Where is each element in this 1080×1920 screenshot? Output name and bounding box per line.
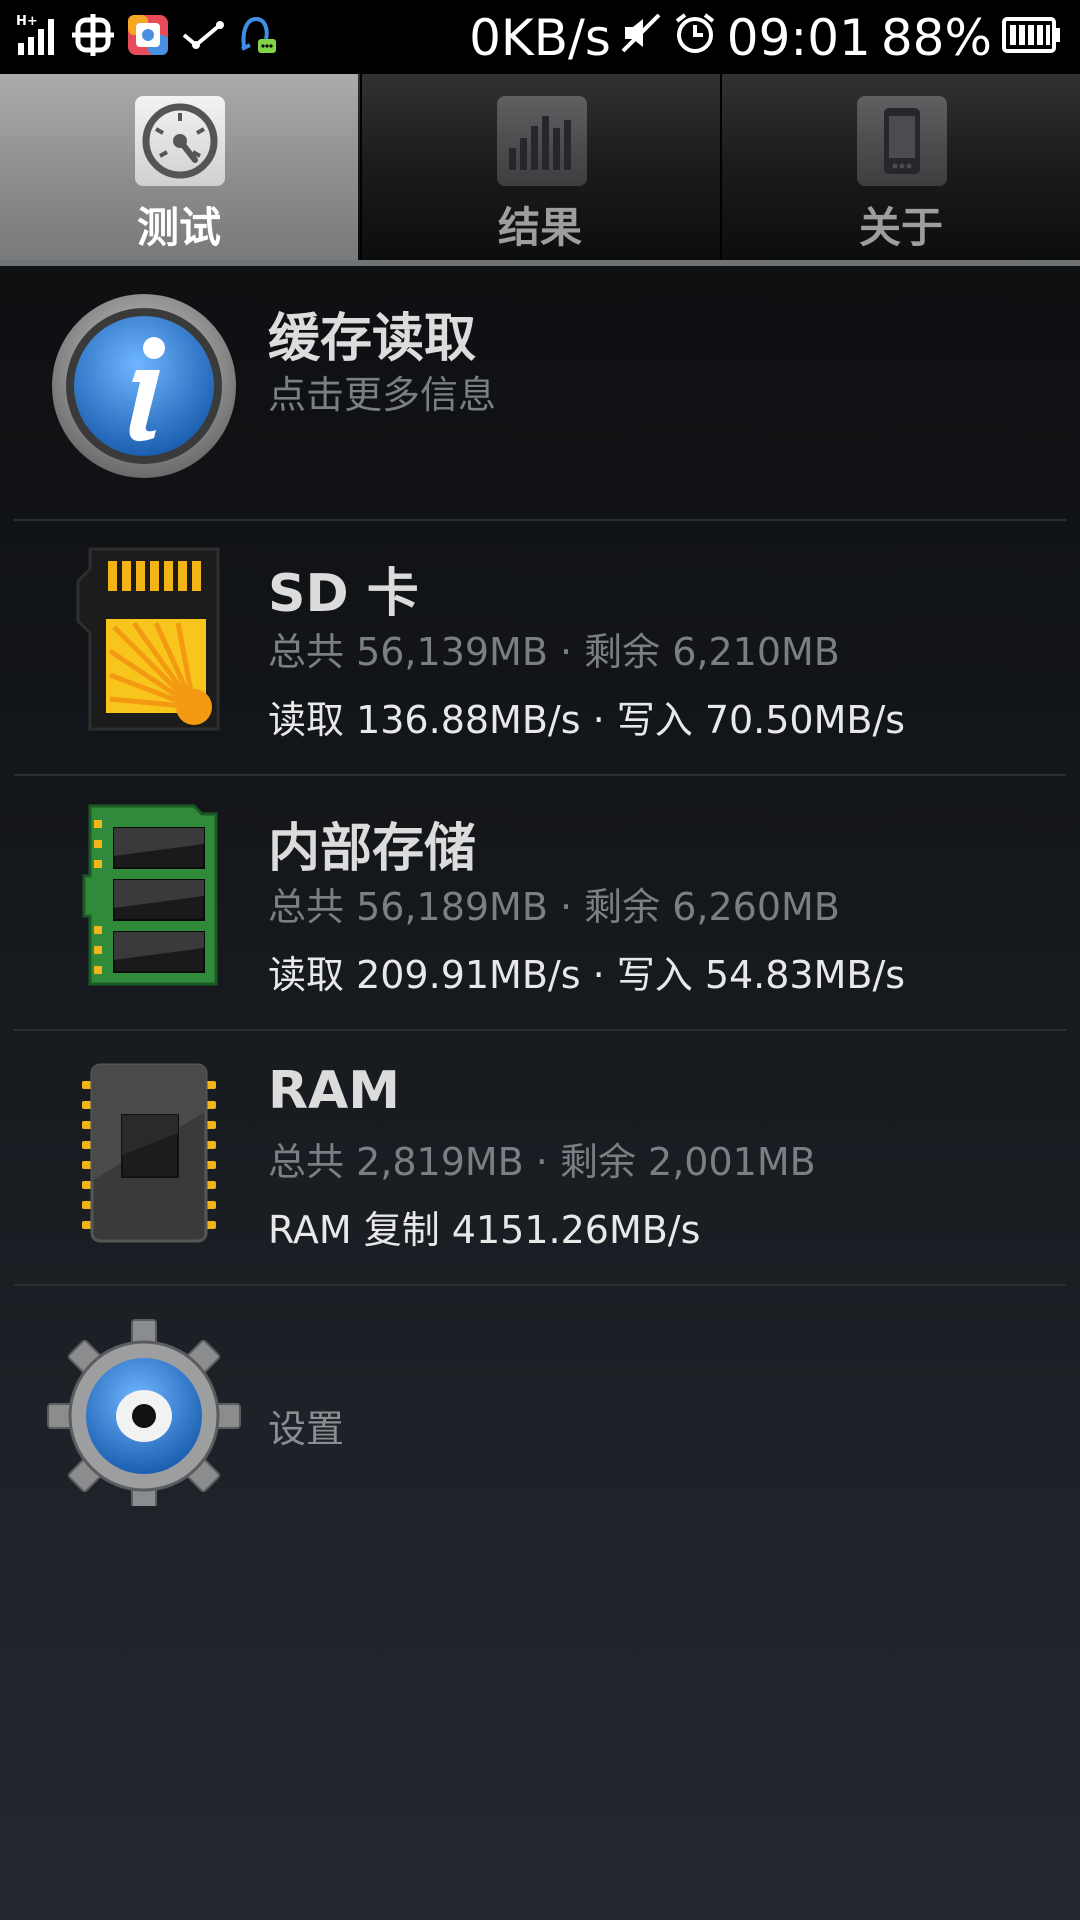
clock-time: 09:01 (726, 9, 871, 67)
mute-icon (619, 9, 663, 67)
battery-icon (1002, 9, 1062, 67)
unicom-icon (70, 12, 116, 62)
app-store-icon (126, 13, 170, 61)
list-item-settings[interactable]: 设置 (14, 1286, 1066, 1539)
tab-test[interactable]: 测试 (0, 74, 358, 260)
info-icon (44, 286, 244, 486)
ram-title: RAM (268, 1061, 401, 1121)
internal-storage-title: 内部存储 (268, 819, 477, 879)
tab-results[interactable]: 结果 (360, 74, 718, 260)
tab-bar: 测试 结果 关于 (0, 74, 1080, 266)
chip-icon (44, 1051, 244, 1251)
sd-card-icon (44, 541, 244, 741)
signal-icon: H+ (16, 13, 60, 61)
qq-icon (234, 13, 278, 61)
memory-module-icon (44, 796, 244, 996)
sd-card-title: SD 卡 (268, 564, 419, 624)
sync-icon (180, 13, 224, 61)
gear-icon (44, 1306, 244, 1513)
cache-read-subtitle: 点击更多信息 (268, 373, 497, 417)
ram-copy-speed: RAM 复制 4151.26MB/s (268, 1208, 701, 1252)
tab-about-label: 关于 (858, 203, 943, 252)
tab-test-label: 测试 (136, 203, 221, 252)
list-item-internal-storage[interactable]: 内部存储 总共 56,189MB · 剩余 6,260MB 读取 209.91M… (14, 776, 1066, 1031)
internal-storage-speed: 读取 209.91MB/s · 写入 54.83MB/s (268, 953, 906, 997)
tab-results-label: 结果 (497, 203, 582, 252)
list-item-sd-card[interactable]: SD 卡 总共 56,139MB · 剩余 6,210MB 读取 136.88M… (14, 521, 1066, 776)
settings-label: 设置 (268, 1407, 345, 1451)
app-screen: H+ 0KB/s 09:01 88% 测试 结果 关于 缓存读取 点击更多信息 … (0, 0, 1080, 1920)
sd-card-speed: 读取 136.88MB/s · 写入 70.50MB/s (268, 698, 906, 742)
bar-chart-icon (497, 96, 587, 186)
status-left-icons: H+ (16, 12, 278, 62)
speedometer-icon (135, 96, 225, 186)
phone-icon (857, 96, 947, 186)
list-item-ram[interactable]: RAM 总共 2,819MB · 剩余 2,001MB RAM 复制 4151.… (14, 1031, 1066, 1286)
internal-storage-capacity: 总共 56,189MB · 剩余 6,260MB (268, 885, 840, 929)
test-list: 缓存读取 点击更多信息 SD 卡 总共 56,139MB · 剩余 6,210M… (0, 266, 1080, 1539)
cache-read-title: 缓存读取 (268, 309, 477, 369)
network-type-text: H+ (16, 14, 38, 29)
ram-capacity: 总共 2,819MB · 剩余 2,001MB (268, 1140, 816, 1184)
list-item-cache-read[interactable]: 缓存读取 点击更多信息 (14, 266, 1066, 521)
alarm-icon (673, 9, 717, 67)
sd-card-capacity: 总共 56,139MB · 剩余 6,210MB (268, 630, 840, 674)
battery-percent: 88% (880, 9, 992, 67)
tab-about[interactable]: 关于 (720, 74, 1080, 260)
status-bar: H+ 0KB/s 09:01 88% (0, 0, 1080, 74)
status-right: 09:01 88% (619, 8, 1062, 68)
